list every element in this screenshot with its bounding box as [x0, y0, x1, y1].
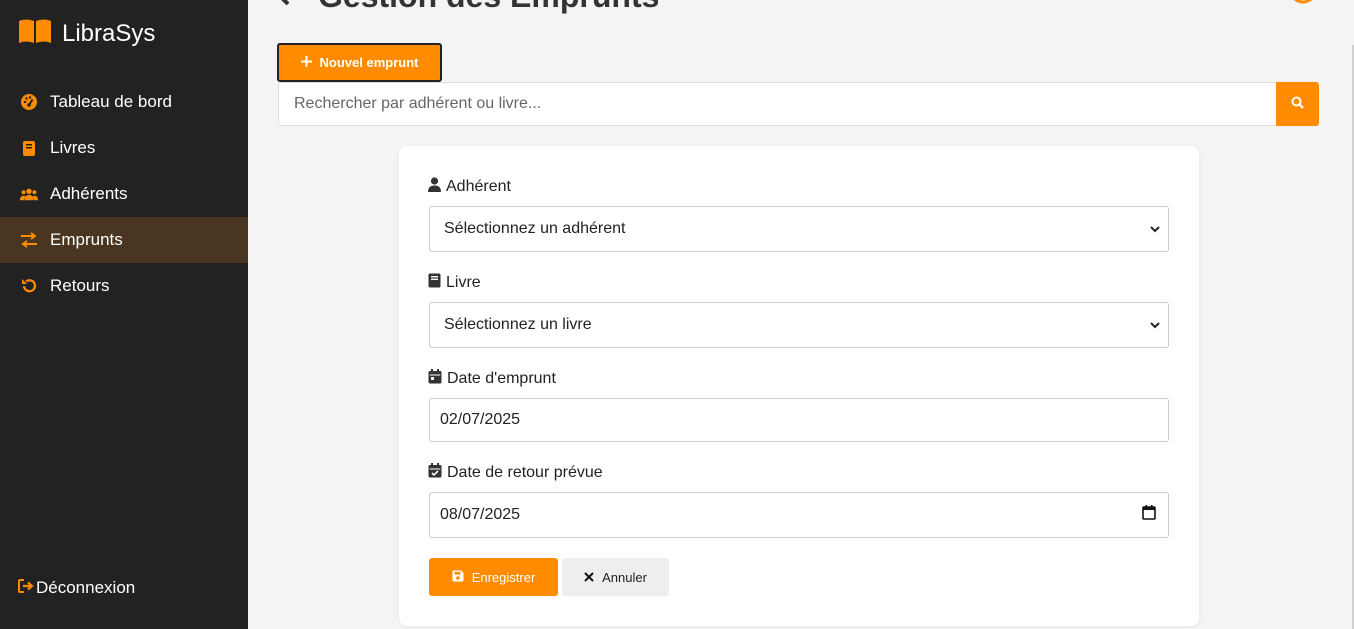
book-label: Livre — [446, 274, 481, 291]
sidebar-item-loans[interactable]: Emprunts — [0, 217, 248, 263]
save-button[interactable]: Enregistrer — [429, 558, 558, 596]
sidebar-item-label: Tableau de bord — [50, 92, 172, 111]
search-button[interactable] — [1276, 82, 1319, 126]
cancel-label: Annuler — [602, 569, 647, 585]
user-circle-icon[interactable] — [1288, 0, 1318, 6]
exchange-icon — [20, 231, 38, 249]
sidebar-item-label: Retours — [50, 276, 110, 295]
return-date-value: 08/07/2025 — [440, 506, 521, 523]
search-icon — [1291, 96, 1304, 112]
sidebar-item-members[interactable]: Adhérents — [0, 171, 248, 217]
calendar-picker-icon[interactable] — [1142, 505, 1156, 525]
logout-link[interactable]: Déconnexion — [18, 578, 135, 598]
close-icon — [584, 570, 594, 585]
plus-icon — [300, 55, 312, 70]
new-loan-label: Nouvel emprunt — [319, 55, 419, 70]
brand-name: LibraSys — [62, 19, 156, 47]
loan-date-label: Date d'emprunt — [447, 370, 556, 387]
search-input[interactable] — [278, 82, 1276, 126]
book-field-label: Livre — [428, 273, 481, 293]
sidebar-item-label: Adhérents — [50, 184, 128, 203]
calendar-check-icon — [428, 463, 442, 483]
book-icon — [428, 273, 441, 293]
sign-out-icon — [18, 578, 34, 598]
member-select[interactable]: Sélectionnez un adhérent — [429, 206, 1169, 252]
search-bar — [278, 82, 1319, 126]
back-arrow-icon[interactable] — [276, 0, 290, 11]
loan-date-input[interactable]: 02/07/2025 — [429, 398, 1169, 442]
save-label: Enregistrer — [471, 569, 536, 585]
cancel-button[interactable]: Annuler — [562, 558, 669, 596]
brand[interactable]: LibraSys — [18, 18, 155, 49]
book-select-value: Sélectionnez un livre — [444, 316, 592, 333]
return-date-label: Date de retour prévue — [447, 464, 603, 481]
users-icon — [20, 185, 38, 203]
book-icon — [20, 139, 38, 157]
user-icon — [428, 177, 441, 197]
return-date-field-label: Date de retour prévue — [428, 463, 603, 483]
return-date-input[interactable]: 08/07/2025 — [429, 492, 1169, 538]
loan-form-card: Adhérent Sélectionnez un adhérent Livre … — [399, 146, 1199, 626]
book-select[interactable]: Sélectionnez un livre — [429, 302, 1169, 348]
chevron-down-icon — [1150, 220, 1160, 238]
floppy-disk-icon — [452, 570, 464, 585]
undo-icon — [20, 277, 38, 295]
chevron-down-icon — [1150, 316, 1160, 334]
page-title: Gestion des Emprunts — [318, 0, 659, 15]
sidebar-item-dashboard[interactable]: Tableau de bord — [0, 79, 248, 125]
calendar-day-icon — [428, 369, 442, 389]
sidebar-item-books[interactable]: Livres — [0, 125, 248, 171]
member-select-value: Sélectionnez un adhérent — [444, 220, 626, 237]
new-loan-button[interactable]: Nouvel emprunt — [277, 43, 442, 82]
member-label: Adhérent — [446, 178, 511, 195]
open-book-logo-icon — [18, 18, 52, 49]
sidebar-item-label: Livres — [50, 138, 96, 157]
sidebar: LibraSys Tableau de bord Livres Adhérent… — [0, 0, 248, 629]
sidebar-item-label: Emprunts — [50, 230, 123, 249]
loan-date-field-label: Date d'emprunt — [428, 369, 556, 389]
sidebar-item-returns[interactable]: Retours — [0, 263, 248, 309]
logout-label: Déconnexion — [36, 578, 136, 597]
member-field-label: Adhérent — [428, 177, 511, 197]
tachometer-icon — [20, 93, 38, 111]
loan-date-value: 02/07/2025 — [440, 411, 521, 428]
